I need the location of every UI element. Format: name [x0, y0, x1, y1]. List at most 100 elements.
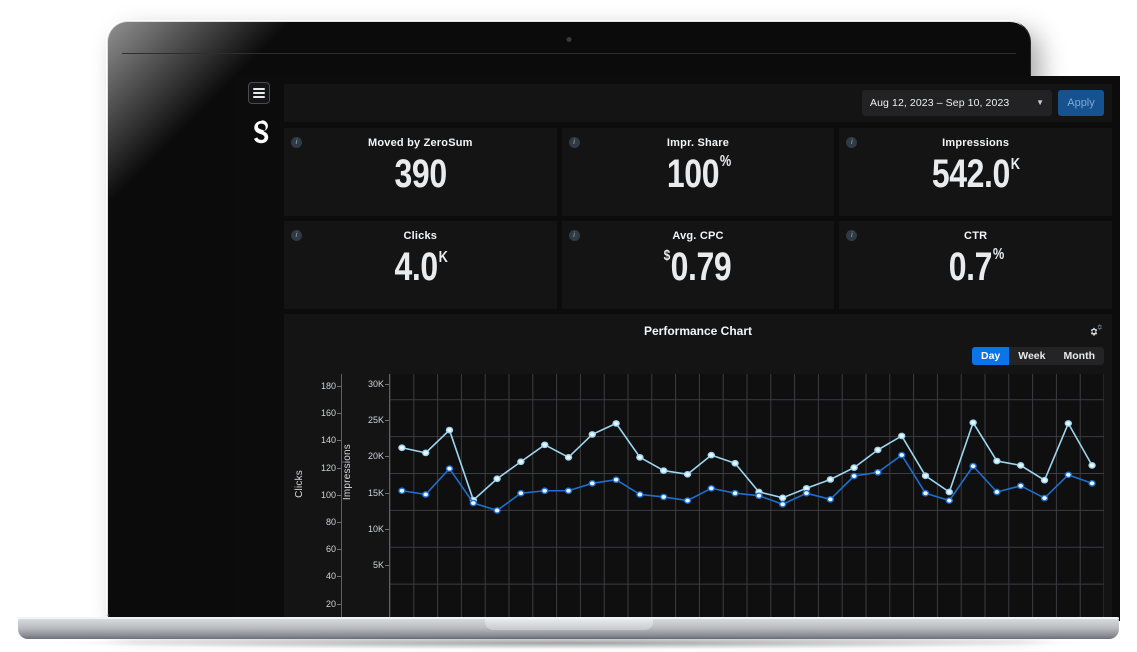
y-tick-clicks: 180 — [320, 381, 342, 391]
data-point[interactable] — [613, 421, 619, 426]
y-tick-impressions: 30K — [367, 379, 390, 389]
info-icon[interactable]: i — [846, 137, 858, 148]
y-axis-clicks-line — [341, 374, 342, 621]
data-point[interactable] — [899, 433, 905, 438]
data-point[interactable] — [589, 432, 595, 437]
data-point[interactable] — [661, 494, 667, 499]
kpi-prefix: $ — [663, 247, 671, 264]
y-tick-impressions: 25K — [367, 415, 390, 426]
info-icon[interactable]: i — [291, 137, 302, 148]
kpi-value: 542.0 K — [931, 153, 1020, 195]
data-point[interactable] — [922, 473, 928, 478]
y-tick-clicks: 100 — [320, 489, 342, 500]
gear-settings-icon[interactable] — [1085, 324, 1103, 338]
sidebar — [234, 76, 284, 621]
y-tick-impressions: 5K — [372, 560, 390, 570]
data-point[interactable] — [589, 481, 595, 486]
data-point[interactable] — [851, 473, 857, 478]
granularity-toggle: Day Week Month — [971, 347, 1104, 365]
laptop-lid: Aug 12, 2023 – Sep 10, 2023 ▼ Apply i Mo… — [108, 22, 1120, 621]
y-tick-clicks: 160 — [320, 408, 342, 419]
date-range-picker[interactable]: Aug 12, 2023 – Sep 10, 2023 ▼ — [862, 90, 1052, 116]
kpi-number: 0.79 — [670, 245, 732, 289]
info-icon[interactable]: i — [568, 137, 580, 148]
data-point[interactable] — [1065, 421, 1071, 426]
kpi-suffix: K — [1011, 156, 1020, 173]
data-point[interactable] — [970, 463, 976, 468]
kpi-value: 0.7 % — [948, 246, 1004, 288]
data-point[interactable] — [994, 458, 1000, 463]
data-point[interactable] — [1089, 463, 1095, 468]
data-point[interactable] — [542, 488, 548, 493]
data-point[interactable] — [470, 500, 476, 505]
granularity-month[interactable]: Month — [1054, 347, 1104, 365]
data-point[interactable] — [685, 472, 691, 477]
data-point[interactable] — [946, 498, 952, 503]
data-point[interactable] — [708, 486, 714, 491]
data-point[interactable] — [399, 445, 405, 450]
data-point[interactable] — [875, 470, 881, 475]
data-point[interactable] — [494, 508, 500, 513]
data-point[interactable] — [1018, 483, 1024, 488]
data-point[interactable] — [637, 455, 643, 460]
kpi-title: Moved by ZeroSum — [367, 137, 473, 149]
granularity-week[interactable]: Week — [1009, 347, 1055, 365]
data-point[interactable] — [780, 502, 786, 507]
kpi-number: 390 — [394, 152, 447, 196]
data-point[interactable] — [803, 491, 809, 496]
apply-button[interactable]: Apply — [1058, 90, 1104, 116]
data-point[interactable] — [899, 452, 905, 457]
data-point[interactable] — [423, 492, 429, 497]
info-icon[interactable]: i — [846, 230, 858, 241]
data-point[interactable] — [827, 497, 833, 502]
granularity-day[interactable]: Day — [971, 347, 1010, 365]
data-point[interactable] — [423, 450, 429, 455]
data-point[interactable] — [922, 491, 928, 496]
kpi-title: Impr. Share — [666, 137, 730, 149]
y-tick-clicks: 60 — [325, 544, 342, 555]
date-range-value: Aug 12, 2023 – Sep 10, 2023 — [870, 97, 1010, 109]
data-point[interactable] — [446, 427, 452, 432]
y-tick-clicks: 120 — [320, 462, 342, 473]
data-point[interactable] — [851, 465, 857, 470]
hamburger-menu-icon[interactable] — [248, 82, 270, 104]
chevron-down-icon: ▼ — [1036, 98, 1044, 107]
data-point[interactable] — [565, 455, 571, 460]
data-point[interactable] — [780, 495, 786, 500]
kpi-title: Impressions — [942, 137, 1010, 149]
data-point[interactable] — [994, 489, 1000, 494]
data-point[interactable] — [827, 477, 833, 482]
data-point[interactable] — [970, 420, 976, 425]
data-point[interactable] — [1042, 478, 1048, 483]
data-point[interactable] — [613, 477, 619, 482]
y-tick-impressions: 15K — [367, 487, 390, 498]
data-point[interactable] — [732, 461, 738, 466]
data-point[interactable] — [661, 468, 667, 473]
data-point[interactable] — [1018, 463, 1024, 468]
info-icon[interactable]: i — [291, 230, 302, 241]
data-point[interactable] — [565, 488, 571, 493]
data-point[interactable] — [708, 452, 714, 457]
data-point[interactable] — [446, 466, 452, 471]
kpi-card-clicks: i Clicks 4.0 K — [284, 221, 557, 309]
data-point[interactable] — [1089, 481, 1095, 486]
chart-canvas[interactable] — [390, 374, 1104, 621]
data-point[interactable] — [518, 491, 524, 496]
data-point[interactable] — [732, 491, 738, 496]
data-point[interactable] — [637, 492, 643, 497]
info-icon[interactable]: i — [568, 230, 580, 241]
data-point[interactable] — [946, 489, 952, 494]
data-point[interactable] — [494, 476, 500, 481]
data-point[interactable] — [1065, 472, 1071, 477]
data-point[interactable] — [399, 488, 405, 493]
data-point[interactable] — [1042, 495, 1048, 500]
zerosum-logo-icon[interactable] — [247, 117, 271, 145]
kpi-value: $ 0.79 — [664, 246, 733, 288]
performance-chart-panel: Performance Chart Day Week Month Clicks … — [284, 314, 1112, 621]
data-point[interactable] — [685, 498, 691, 503]
data-point[interactable] — [875, 447, 881, 452]
data-point[interactable] — [518, 459, 524, 464]
data-point[interactable] — [542, 442, 548, 447]
data-point[interactable] — [756, 493, 762, 498]
chart-plot-area: Clicks Impressions 180 160 140 120 100 80 60 40… — [284, 374, 1112, 621]
